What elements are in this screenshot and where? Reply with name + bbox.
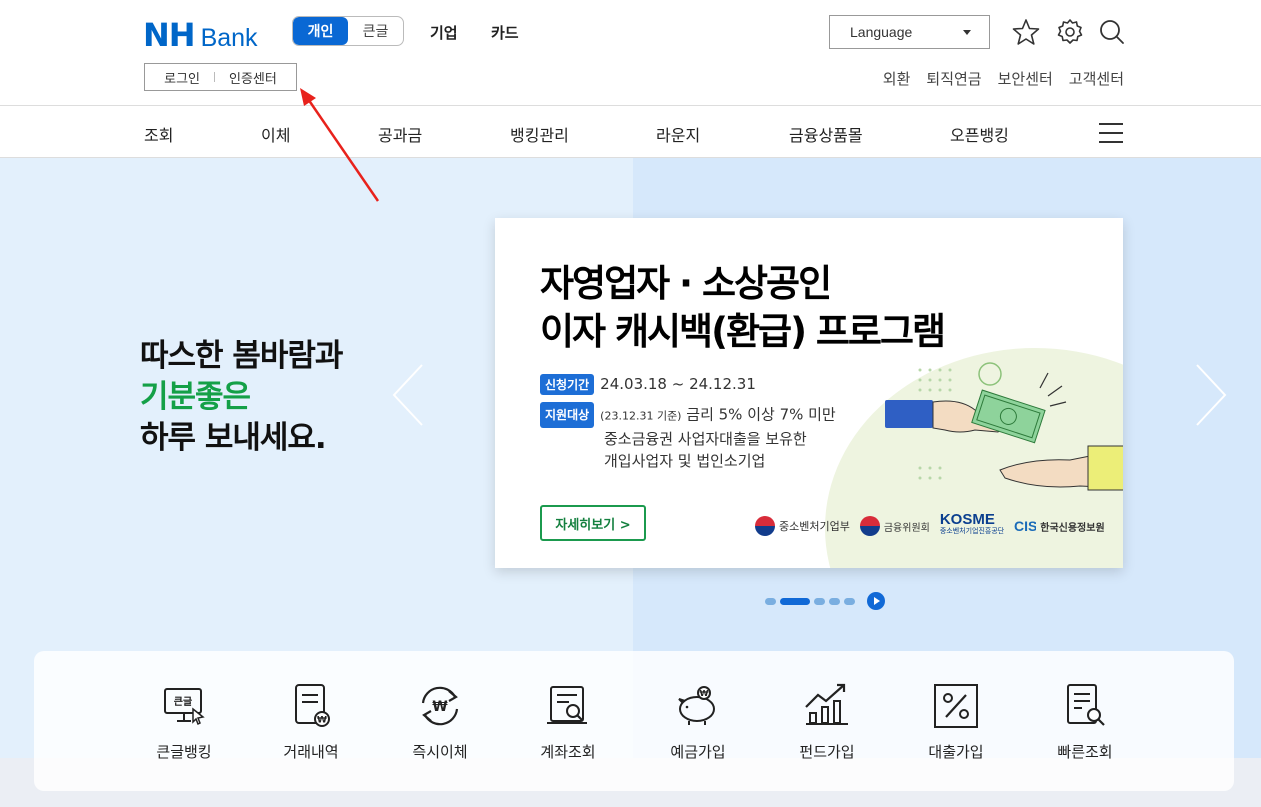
cashback-hands-illustration [885, 362, 1123, 491]
util-link-foreign-exchange[interactable]: 외환 [883, 68, 911, 89]
quick-label: 대출가입 [928, 743, 984, 761]
nav-transfer[interactable]: 이체 [261, 122, 290, 146]
svg-text:CIS: CIS [1014, 518, 1036, 534]
banner-title-line-1: 자영업자 · 소상공인 [540, 262, 832, 305]
slide-dot-4[interactable] [829, 597, 840, 605]
slide-pagination [765, 592, 885, 610]
divider [214, 72, 216, 82]
banner-target: 지원대상 (23.12.31 기준) 금리 5% 이상 7% 미만 중소금융권 사… [540, 402, 836, 472]
slide-dot-2-active[interactable] [780, 597, 810, 605]
header: NH Bank 개인 큰글 기업 카드 Language 로그인 인증센터 외환… [0, 0, 1261, 106]
large-text-monitor-icon: 큰글 [164, 688, 205, 726]
top-link-card[interactable]: 카드 [491, 22, 519, 43]
util-link-customer-center[interactable]: 고객센터 [1069, 68, 1124, 89]
view-details-button[interactable]: 자세히보기 > [540, 505, 646, 541]
nav-open-banking[interactable]: 오픈뱅킹 [950, 122, 1009, 146]
piggy-bank-icon: ₩ [678, 686, 715, 725]
quick-transaction-history[interactable]: ₩ 거래내역 [261, 681, 361, 762]
quick-label: 거래내역 [283, 743, 339, 761]
next-slide-arrow-icon[interactable] [1193, 363, 1229, 427]
kcis-logo-icon: CIS [1014, 518, 1036, 534]
hero-line-2: 기분좋은 [140, 379, 251, 415]
logo-nh: NH [143, 16, 196, 54]
quick-label: 빠른조회 [1057, 743, 1113, 761]
hero-message: 따스한 봄바람과 기분좋은 하루 보내세요. [140, 336, 343, 459]
won-refresh-icon: ₩ [421, 686, 459, 726]
sponsor-logos: 중소벤처기업부 금융위원회 KOSME 중소벤처기업진흥공단 CIS 한국신용정보… [755, 511, 1105, 538]
utility-links: 외환 퇴직연금 보안센터 고객센터 [883, 68, 1124, 89]
percent-icon [934, 684, 978, 728]
svg-text:₩: ₩ [432, 699, 448, 715]
nav-inquiry[interactable]: 조회 [144, 122, 173, 146]
quick-menu: 큰글 큰글뱅킹 ₩ 거래내역 ₩ 즉시이체 계좌조회 ₩ 예금가입 펀드가입 대… [34, 651, 1234, 791]
util-link-pension[interactable]: 퇴직연금 [926, 68, 981, 89]
slide-dot-5[interactable] [844, 597, 855, 605]
quick-label: 펀드가입 [799, 743, 855, 761]
quick-fast-inquiry[interactable]: 빠른조회 [1035, 681, 1135, 762]
quick-label: 큰글뱅킹 [156, 743, 212, 761]
util-link-security-center[interactable]: 보안센터 [998, 68, 1053, 89]
hero-line-1: 따스한 봄바람과 [140, 338, 343, 374]
nav-financial-mall[interactable]: 금융상품몰 [789, 122, 863, 146]
nav-banking-management[interactable]: 뱅킹관리 [510, 122, 569, 146]
gear-icon[interactable] [1056, 18, 1084, 46]
slide-dot-1[interactable] [765, 597, 776, 605]
target-label-badge: 지원대상 [540, 402, 595, 428]
play-icon[interactable] [867, 592, 885, 610]
promo-banner-card[interactable]: 자영업자 · 소상공인 이자 캐시백(환급) 프로그램 신청기간 24.03.18… [495, 218, 1123, 568]
language-label: Language [850, 24, 913, 40]
sponsor-kosme: KOSME 중소벤처기업진흥공단 [939, 511, 1005, 535]
mode-toggle: 개인 큰글 [292, 16, 404, 46]
top-link-corporate[interactable]: 기업 [430, 22, 458, 43]
hero-line-3: 하루 보내세요. [140, 420, 327, 456]
cert-center-link[interactable]: 인증센터 [229, 68, 277, 87]
sponsor-fsc: 금융위원회 [859, 516, 930, 536]
svg-text:₩: ₩ [700, 689, 709, 698]
banner-title-line-2: 이자 캐시백(환급) 프로그램 [540, 310, 946, 353]
sponsor-smes-ministry: 중소벤처기업부 [755, 516, 850, 536]
quick-label: 예금가입 [670, 743, 726, 761]
banner-title: 자영업자 · 소상공인 이자 캐시백(환급) 프로그램 [540, 260, 946, 356]
target-note: (23.12.31 기준) [600, 409, 682, 423]
quick-large-text-banking[interactable]: 큰글 큰글뱅킹 [134, 681, 234, 762]
mode-large-text-button[interactable]: 큰글 [348, 17, 403, 45]
taegeuk-emblem-icon [859, 516, 880, 536]
quick-label: 계좌조회 [540, 743, 596, 761]
menu-hamburger-icon[interactable] [1099, 123, 1123, 143]
language-select[interactable]: Language [829, 15, 990, 49]
target-line-2: 중소금융권 사업자대출을 보유한 [604, 430, 807, 448]
document-search-icon [1067, 684, 1105, 726]
nh-bank-logo[interactable]: NH Bank [143, 16, 258, 54]
target-line-3: 개입사업자 및 법인소기업 [604, 452, 766, 470]
logo-bank: Bank [200, 24, 258, 52]
account-search-icon [547, 686, 587, 724]
search-icon[interactable] [1098, 18, 1126, 46]
taegeuk-emblem-icon [755, 516, 775, 536]
quick-deposit-signup[interactable]: ₩ 예금가입 [648, 681, 748, 762]
mode-personal-button[interactable]: 개인 [293, 17, 348, 45]
quick-label: 즉시이체 [412, 743, 468, 761]
svg-text:큰글: 큰글 [174, 696, 192, 708]
quick-instant-transfer[interactable]: ₩ 즉시이체 [390, 681, 490, 762]
target-line-1: 금리 5% 이상 7% 미만 [686, 405, 836, 424]
slide-dot-3[interactable] [814, 597, 825, 605]
growth-chart-icon [805, 683, 848, 725]
login-link[interactable]: 로그인 [164, 68, 200, 87]
nav-utility-bills[interactable]: 공과금 [378, 122, 422, 146]
prev-slide-arrow-icon[interactable] [390, 363, 426, 427]
star-icon[interactable] [1012, 18, 1040, 46]
quick-account-inquiry[interactable]: 계좌조회 [518, 681, 618, 762]
login-cert-box: 로그인 인증센터 [144, 63, 297, 91]
banner-period: 신청기간 24.03.18 ~ 24.12.31 [540, 374, 756, 395]
svg-text:₩: ₩ [317, 716, 327, 726]
document-won-icon: ₩ [295, 684, 330, 727]
quick-loan-signup[interactable]: 대출가입 [906, 681, 1006, 762]
caret-down-icon [963, 29, 971, 35]
sponsor-kcis: CIS 한국신용정보원 [1014, 518, 1105, 534]
nav-lounge[interactable]: 라운지 [656, 122, 700, 146]
quick-fund-signup[interactable]: 펀드가입 [777, 681, 877, 762]
period-label-badge: 신청기간 [540, 374, 595, 395]
period-value: 24.03.18 ~ 24.12.31 [600, 375, 756, 393]
main-navigation: 조회 이체 공과금 뱅킹관리 라운지 금융상품몰 오픈뱅킹 [0, 107, 1261, 158]
